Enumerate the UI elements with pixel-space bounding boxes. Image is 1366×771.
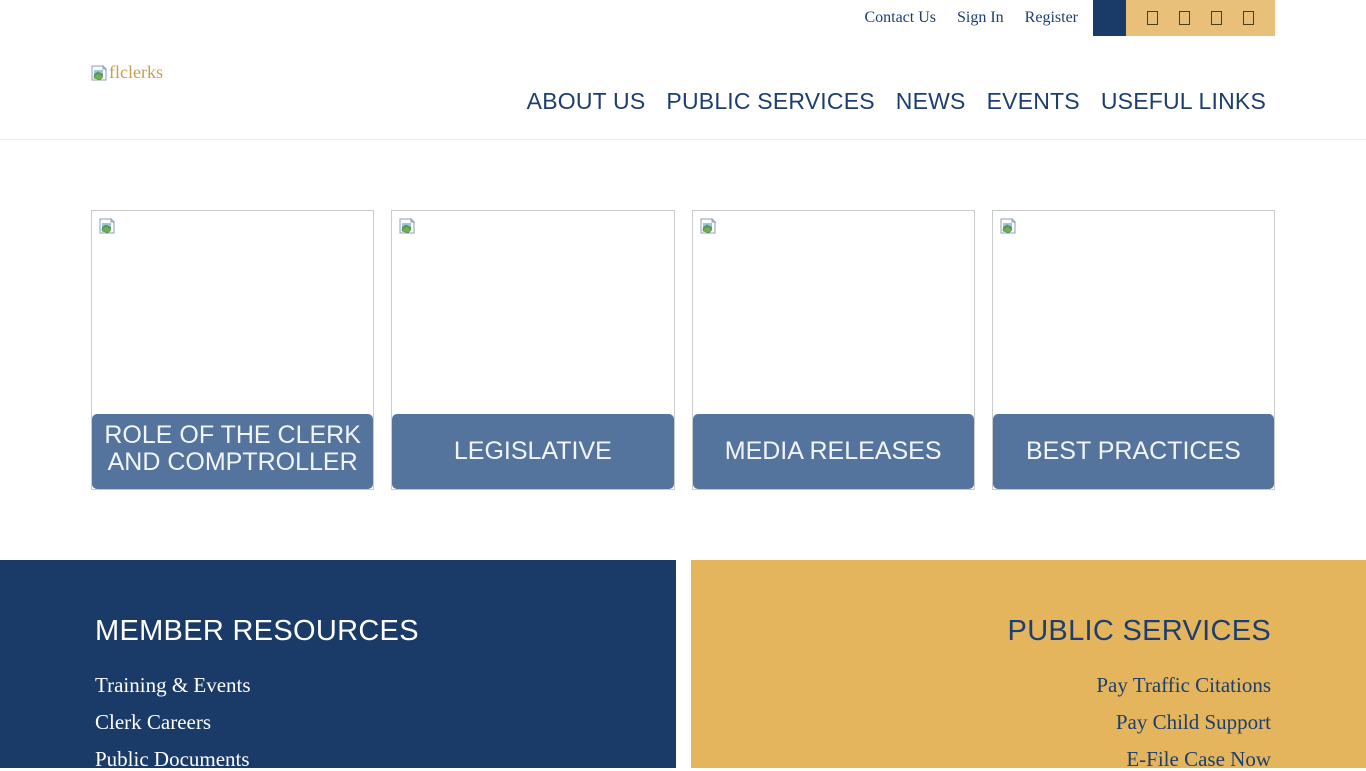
register-link[interactable]: Register bbox=[1025, 9, 1078, 27]
card-legislative[interactable]: LEGISLATIVE bbox=[391, 210, 674, 490]
card-label: MEDIA RELEASES bbox=[693, 414, 974, 489]
social-icon-2[interactable] bbox=[1179, 11, 1190, 25]
card-label: ROLE OF THE CLERK AND COMPTROLLER bbox=[92, 414, 373, 489]
topbar: Contact Us Sign In Register bbox=[0, 0, 1366, 36]
link-efile-case-now[interactable]: E-File Case Now bbox=[691, 749, 1271, 770]
site-logo[interactable]: flclerks bbox=[91, 62, 163, 83]
card-role-of-the-clerk[interactable]: ROLE OF THE CLERK AND COMPTROLLER bbox=[91, 210, 374, 490]
card-label: LEGISLATIVE bbox=[392, 414, 673, 489]
nav-events[interactable]: EVENTS bbox=[987, 88, 1080, 115]
member-resources-links: Training & Events Clerk Careers Public D… bbox=[95, 675, 676, 770]
card-best-practices[interactable]: BEST PRACTICES bbox=[992, 210, 1275, 490]
nav-useful-links[interactable]: USEFUL LINKS bbox=[1101, 88, 1266, 115]
link-public-documents[interactable]: Public Documents bbox=[95, 749, 676, 770]
social-icon-3[interactable] bbox=[1211, 11, 1222, 25]
logo-alt-text: flclerks bbox=[109, 62, 163, 83]
feature-cards: ROLE OF THE CLERK AND COMPTROLLER LEGISL… bbox=[91, 210, 1275, 490]
site-header: flclerks ABOUT US PUBLIC SERVICES NEWS E… bbox=[0, 36, 1366, 140]
public-services-title: PUBLIC SERVICES bbox=[691, 615, 1271, 648]
topbar-links: Contact Us Sign In Register bbox=[864, 9, 1078, 27]
public-services-panel: PUBLIC SERVICES Pay Traffic Citations Pa… bbox=[691, 560, 1366, 768]
broken-image-icon bbox=[91, 65, 107, 81]
broken-image-icon bbox=[700, 218, 716, 234]
card-media-releases[interactable]: MEDIA RELEASES bbox=[692, 210, 975, 490]
member-resources-panel: MEMBER RESOURCES Training & Events Clerk… bbox=[0, 560, 676, 768]
search-button[interactable] bbox=[1093, 0, 1126, 36]
nav-news[interactable]: NEWS bbox=[896, 88, 966, 115]
main-nav: ABOUT US PUBLIC SERVICES NEWS EVENTS USE… bbox=[527, 88, 1266, 115]
public-services-links: Pay Traffic Citations Pay Child Support … bbox=[691, 675, 1271, 770]
link-training-events[interactable]: Training & Events bbox=[95, 675, 676, 696]
link-pay-traffic-citations[interactable]: Pay Traffic Citations bbox=[691, 675, 1271, 696]
social-icon-4[interactable] bbox=[1243, 11, 1254, 25]
nav-public-services[interactable]: PUBLIC SERVICES bbox=[666, 88, 874, 115]
broken-image-icon bbox=[99, 218, 115, 234]
nav-about-us[interactable]: ABOUT US bbox=[527, 88, 646, 115]
broken-image-icon bbox=[399, 218, 415, 234]
card-label: BEST PRACTICES bbox=[993, 414, 1274, 489]
social-strip bbox=[1126, 0, 1275, 36]
sign-in-link[interactable]: Sign In bbox=[957, 9, 1004, 27]
link-pay-child-support[interactable]: Pay Child Support bbox=[691, 712, 1271, 733]
link-clerk-careers[interactable]: Clerk Careers bbox=[95, 712, 676, 733]
member-resources-title: MEMBER RESOURCES bbox=[95, 615, 676, 648]
social-icon-1[interactable] bbox=[1147, 11, 1158, 25]
contact-us-link[interactable]: Contact Us bbox=[864, 9, 936, 27]
broken-image-icon bbox=[1000, 218, 1016, 234]
